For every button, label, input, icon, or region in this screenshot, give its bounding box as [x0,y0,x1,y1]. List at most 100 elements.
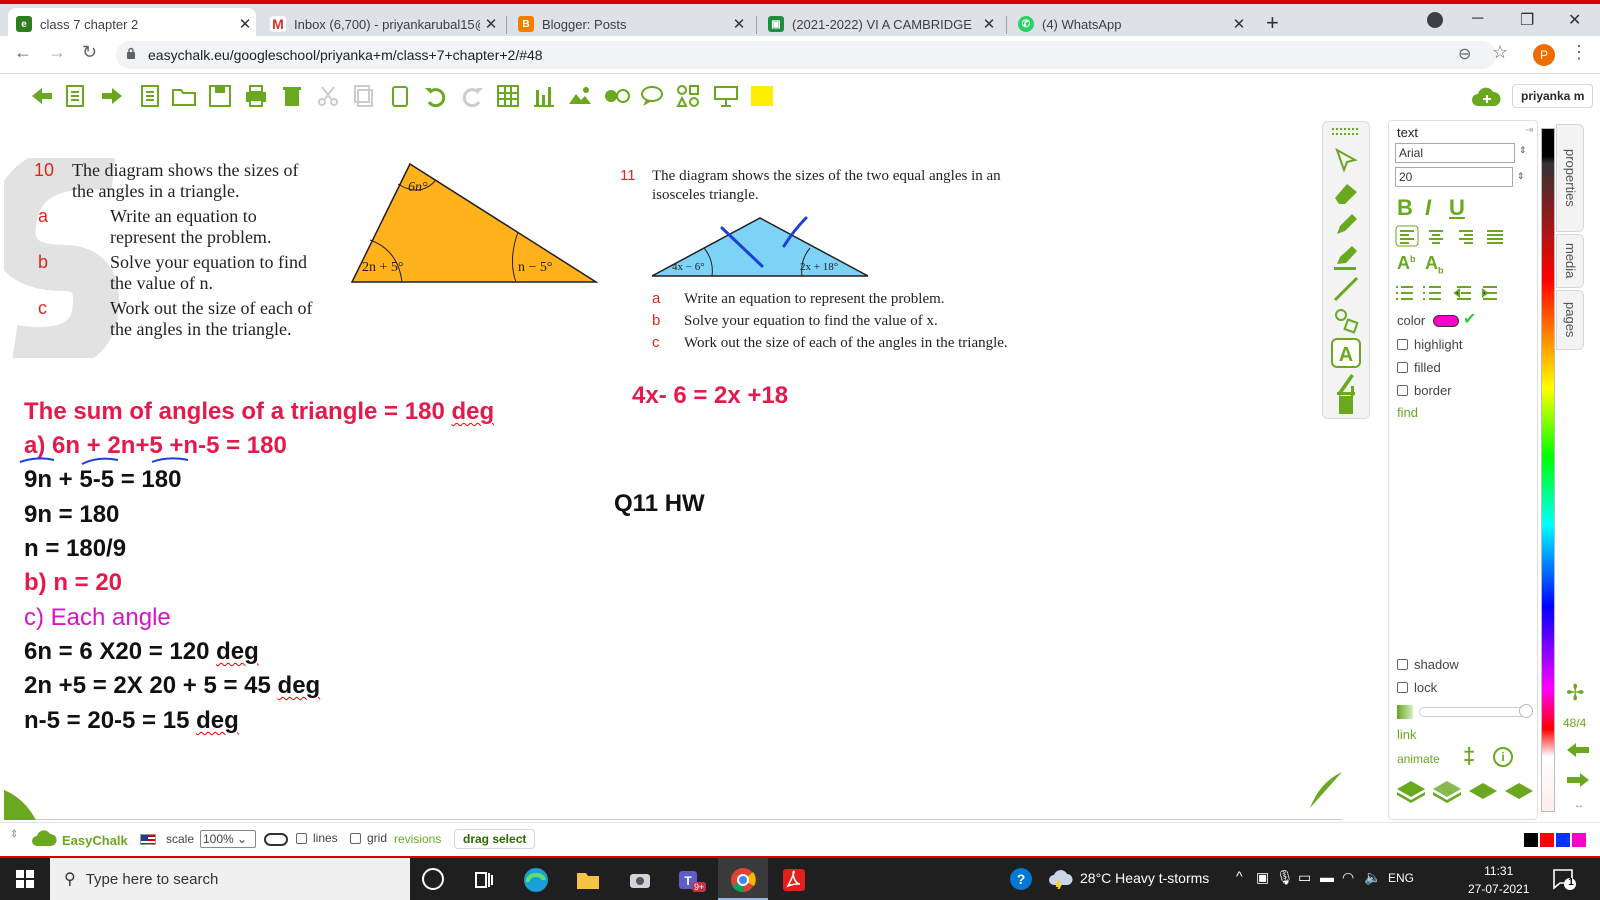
arrow-right-icon[interactable] [98,82,126,110]
image-icon[interactable] [566,82,594,110]
link-option[interactable]: link [1397,727,1417,742]
display-icon[interactable]: ▭ [1298,869,1311,886]
border-checkbox[interactable]: border [1397,383,1452,398]
eraser-icon[interactable] [1331,178,1361,208]
swatch-magenta[interactable] [1572,833,1586,847]
palette-trash-icon[interactable] [1331,390,1361,416]
palette-drag-handle-icon[interactable] [1331,126,1361,140]
tab-media[interactable]: media [1556,234,1584,288]
shape-tool-icon[interactable] [1331,306,1361,336]
meet-now-icon[interactable]: ▣ [1256,869,1269,886]
highlighter-icon[interactable] [1331,242,1361,272]
tray-chevron-icon[interactable]: ^ [1236,868,1243,884]
lock-checkbox[interactable]: lock [1397,680,1437,695]
forward-icon[interactable]: → [48,42,66,63]
redo-icon[interactable] [458,82,486,110]
trash-icon[interactable] [278,82,306,110]
opacity-slider-thumb[interactable] [1519,704,1533,718]
opacity-slider[interactable] [1419,707,1531,717]
new-tab-button[interactable]: + [1266,10,1279,36]
revisions-link[interactable]: revisions [394,832,441,846]
page-corner-left-icon[interactable] [4,790,40,820]
close-window-icon[interactable]: ✕ [1568,10,1581,30]
cut-icon[interactable] [314,82,342,110]
windows-start-icon[interactable] [16,870,34,888]
font-size-input[interactable]: 20 [1395,167,1513,187]
whiteboard-canvas[interactable]: 10 The diagram shows the sizes of the ang… [4,118,1342,820]
drag-select-button[interactable]: drag select [454,829,536,849]
work-line-4[interactable]: 9n = 180 [24,501,119,529]
next-page-arrow-icon[interactable] [1566,772,1590,788]
arrow-left-icon[interactable] [28,82,56,110]
bookmark-star-icon[interactable]: ☆ [1492,42,1508,63]
close-tab-icon[interactable]: ✕ [234,15,256,33]
sticky-note-icon[interactable] [748,82,776,110]
back-icon[interactable]: ← [14,42,32,63]
reload-icon[interactable]: ↻ [82,42,97,63]
underline-button[interactable]: U [1449,195,1465,221]
new-page-icon[interactable] [62,82,90,110]
battery-icon[interactable]: ▬ [1320,869,1334,885]
work-line-9[interactable]: 2n +5 = 2X 20 + 5 = 45 deg [24,672,320,700]
color-swatch[interactable] [1433,315,1459,327]
acrobat-icon[interactable] [780,866,808,894]
panel-pin-icon[interactable]: ⇥ [1525,125,1533,136]
language-indicator[interactable]: ENG [1388,871,1414,885]
undo-icon[interactable] [422,82,450,110]
print-icon[interactable] [242,82,270,110]
work-line-7[interactable]: c) Each angle [24,604,171,632]
color-confirm-check-icon[interactable]: ✔ [1463,309,1476,329]
swatch-red[interactable] [1540,833,1554,847]
bold-button[interactable]: B [1397,195,1413,221]
close-tab-icon[interactable]: ✕ [1228,15,1250,33]
work-line-5[interactable]: n = 180/9 [24,535,126,563]
save-icon[interactable] [206,82,234,110]
highlight-checkbox[interactable]: highlight [1397,337,1462,352]
file-explorer-icon[interactable] [574,866,602,894]
animation-add-icon[interactable]: ‡ [1463,743,1475,769]
find-link[interactable]: find [1397,405,1418,420]
taskbar-search-box[interactable]: ⚲ Type here to search [50,858,410,900]
filled-checkbox[interactable]: filled [1397,360,1441,375]
prev-page-arrow-icon[interactable] [1566,742,1590,758]
paste-icon[interactable] [386,82,414,110]
copy-icon[interactable] [350,82,378,110]
page-corner-right-icon[interactable] [1306,772,1342,808]
scale-select[interactable]: 100% ⌄ [200,830,256,848]
cloud-sync-icon[interactable] [1470,86,1502,108]
size-spinner-icon[interactable]: ⇕ [1517,171,1525,182]
wifi-icon[interactable]: ◠ [1342,869,1354,886]
expand-icon[interactable]: ↔ [1574,800,1584,811]
open-folder-icon[interactable] [170,82,198,110]
swatch-blue[interactable] [1556,833,1570,847]
chart-icon[interactable] [530,82,558,110]
font-select-arrow-icon[interactable]: ⇕ [1519,145,1527,156]
media-globe-icon[interactable] [602,82,630,110]
animate-option[interactable]: animate [1397,752,1440,766]
lines-checkbox[interactable]: lines [296,831,338,845]
weather-text[interactable]: 28°C Heavy t-storms [1080,870,1209,886]
language-flag-icon[interactable] [140,834,156,845]
italic-button[interactable]: I [1425,195,1431,221]
toggle-switch[interactable] [264,833,288,846]
work-line-1[interactable]: The sum of angles of a triangle = 180 de… [24,398,494,426]
text-tool-icon[interactable]: A [1331,338,1361,368]
menu-kebab-icon[interactable]: ⋮ [1570,42,1588,63]
line-tool-icon[interactable] [1331,274,1361,304]
alignment-buttons[interactable] [1395,225,1515,247]
cortana-icon[interactable] [422,868,444,890]
font-family-select[interactable]: Arial [1395,143,1515,163]
swatch-black[interactable] [1524,833,1538,847]
table-icon[interactable] [494,82,522,110]
work-line-3[interactable]: 9n + 5-5 = 180 [24,466,181,494]
minimize-icon[interactable]: ─ [1472,10,1483,28]
select-pointer-icon[interactable] [1331,146,1361,176]
profile-avatar[interactable]: P [1533,44,1555,66]
work-line-6[interactable]: b) n = 20 [24,569,122,597]
close-tab-icon[interactable]: ✕ [728,15,750,33]
superscript-button[interactable]: Ab [1397,253,1416,274]
q11-homework-note[interactable]: Q11 HW [614,490,705,518]
shapes-icon[interactable] [674,82,702,110]
zoom-icon[interactable]: ⊖ [1458,44,1471,64]
taskbar-clock[interactable]: 11:31 27-07-2021 [1468,862,1529,898]
